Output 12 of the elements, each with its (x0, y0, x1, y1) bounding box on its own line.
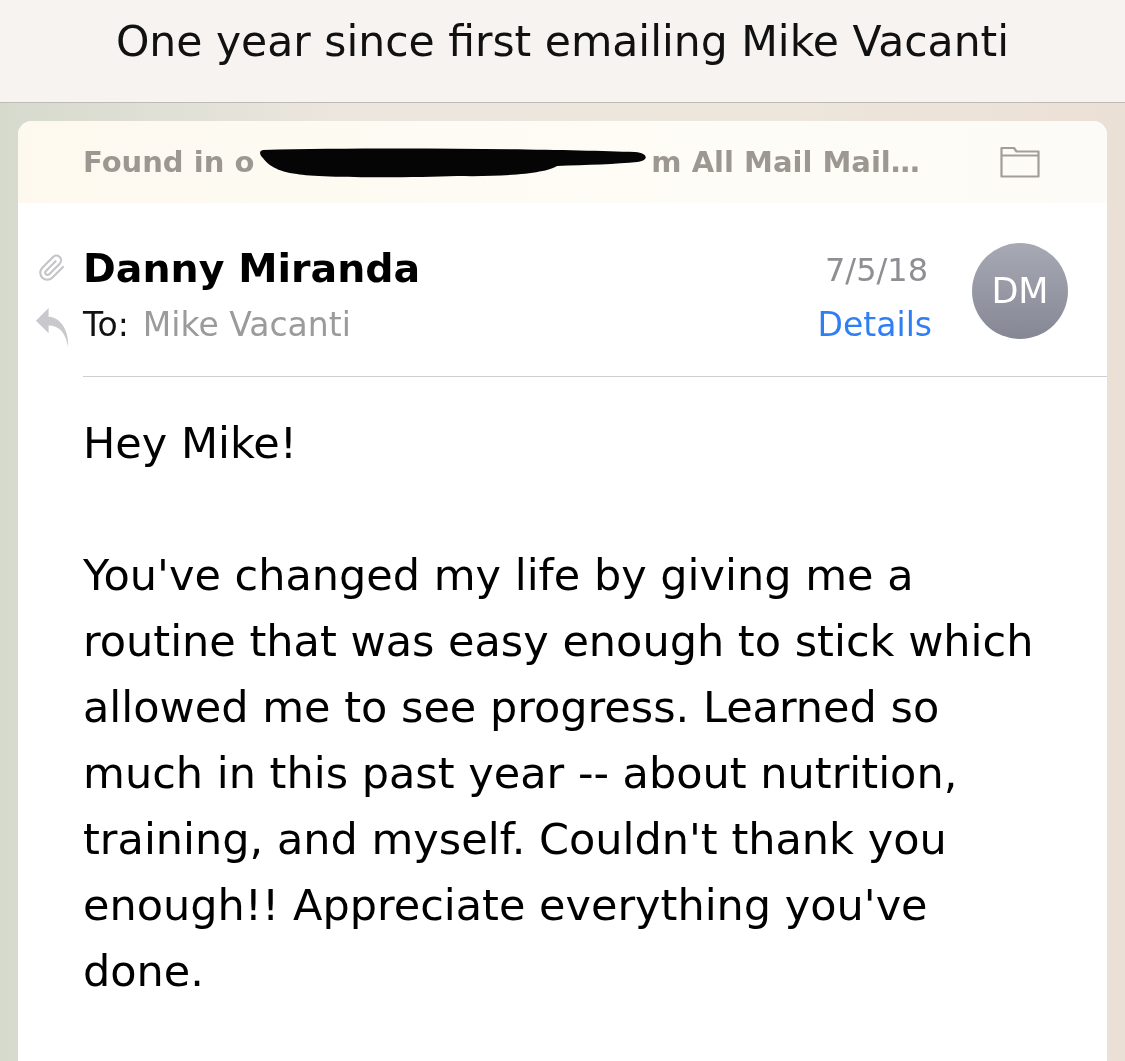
mailbox-location-text: m All Mail Mail… (651, 144, 920, 180)
thread-title: One year since first emailing Mike Vacanti (115, 16, 1010, 68)
folder-icon[interactable] (1000, 146, 1040, 178)
mailbox-location-text: Found in o (83, 144, 255, 180)
to-label: To: (83, 305, 129, 345)
date-text: 7/5/18 (825, 250, 928, 290)
recipient-name[interactable]: Mike Vacanti (142, 305, 351, 345)
message-paragraph: Hey Mike! (83, 417, 298, 470)
details-link[interactable]: Details (817, 305, 932, 345)
message-paragraph: You've changed my life by giving me a routine that was easy enough to stick which allowed me to see progress. Learned so much in this past year -- about nutrition, training, and myself. Couldn't thank you enough!! Appreciate everything you've done. (83, 549, 1035, 998)
avatar[interactable]: DM (972, 243, 1068, 339)
sender-name: Danny Miranda (83, 244, 421, 293)
